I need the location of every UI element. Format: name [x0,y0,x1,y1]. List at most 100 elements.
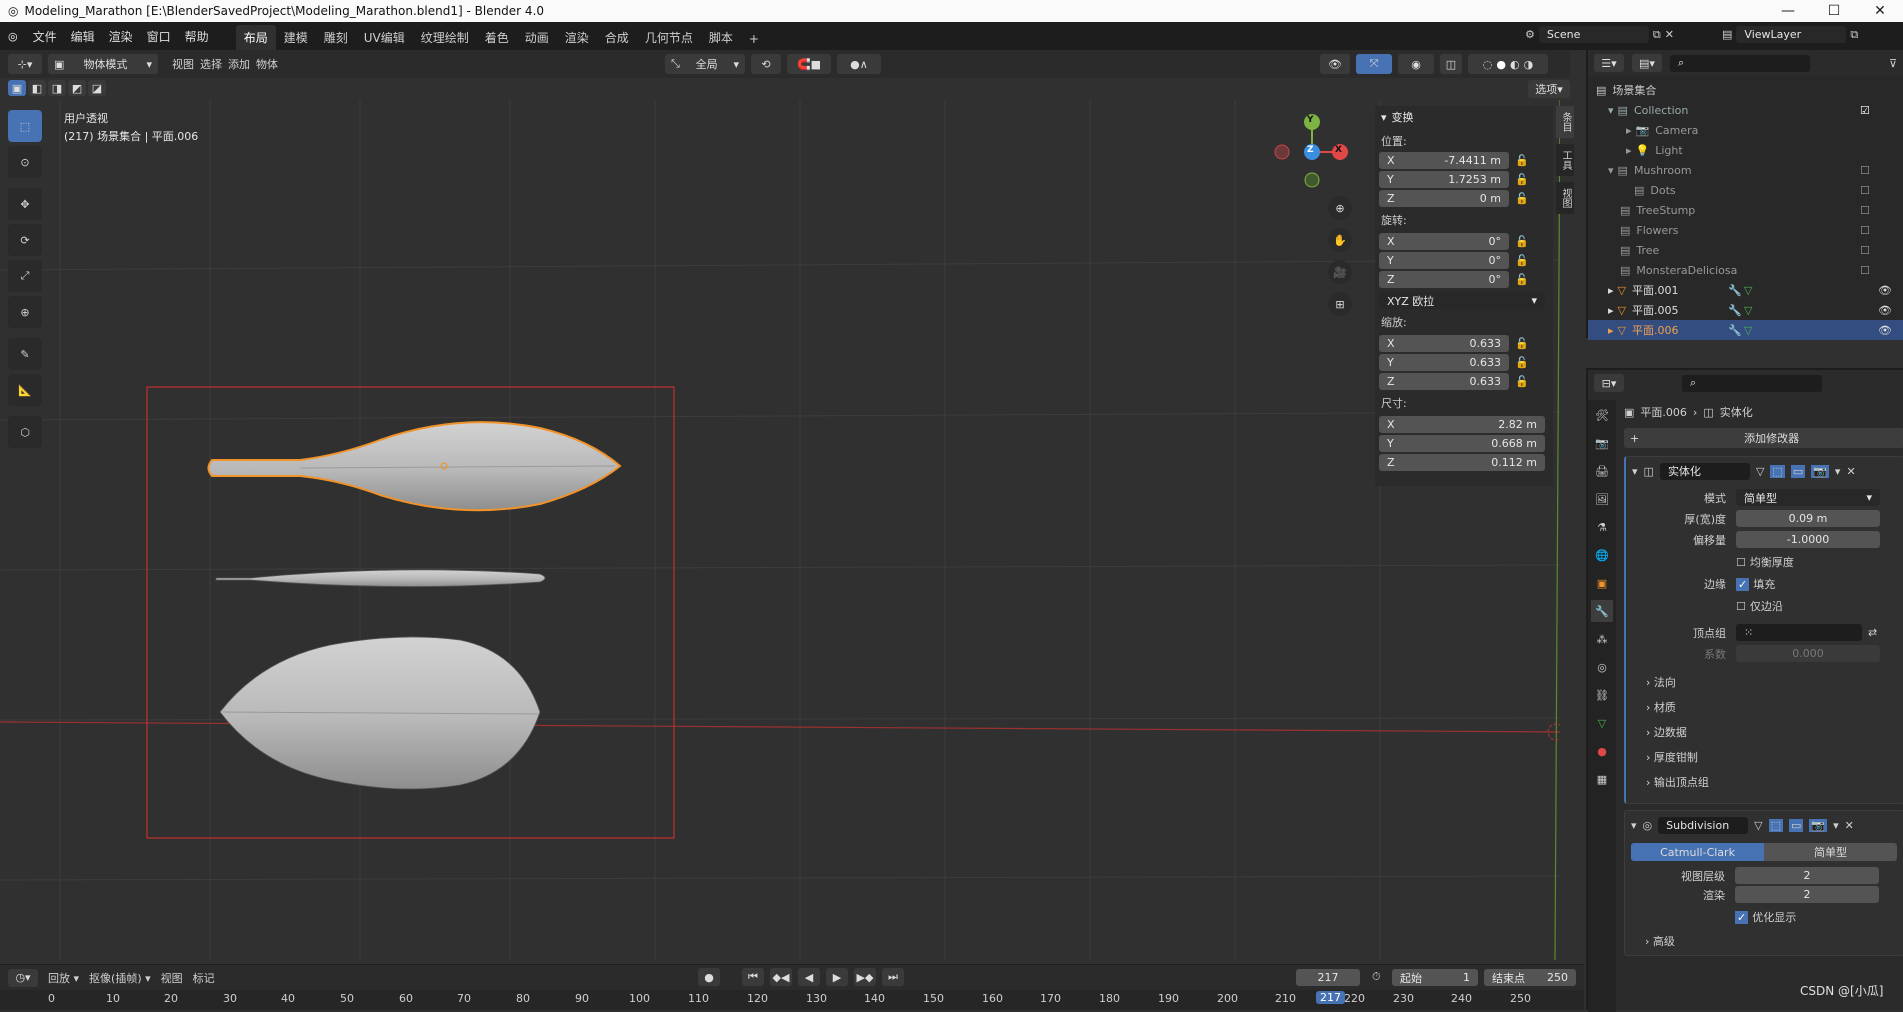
jump-start-icon[interactable]: ⏮ [742,968,764,986]
delete-scene-icon[interactable]: ✕ [1665,28,1674,41]
subpanel-materials[interactable]: › 材质 [1646,695,1903,720]
checkbox-icon[interactable]: ☐ [1860,244,1870,257]
subpanel-normals[interactable]: › 法向 [1646,670,1903,695]
transform-tool-icon[interactable]: ⊕ [8,296,42,328]
select-intersect-icon[interactable]: ◪ [88,80,106,96]
factor-field[interactable]: 0.000 [1736,645,1880,662]
rotation-x-field[interactable]: X 0° [1379,233,1509,250]
lock-icon[interactable]: 🔓 [1515,173,1529,186]
eye-icon[interactable]: 👁 [1878,324,1892,337]
material-shading-icon[interactable]: ◐ [1510,58,1520,71]
render-levels-field[interactable]: 2 [1735,886,1879,903]
outliner-item-plane006[interactable]: ▸ ▽ 平面.006 🔧 ▽ 👁 [1588,320,1903,340]
cage-toggle-icon[interactable]: ⬚ [1768,818,1784,832]
outliner-item-treestump[interactable]: ▤ TreeStump ☐ [1588,200,1903,220]
constraints-properties-icon[interactable]: ⛓ [1591,684,1613,706]
current-frame-field[interactable]: 217 [1296,969,1360,986]
view-layer-icon[interactable]: ▤ [1722,28,1732,41]
add-workspace-button[interactable]: + [741,28,767,50]
keying-menu[interactable]: 抠像(插帧) ▾ [89,970,151,986]
menu-help[interactable]: 帮助 [178,28,216,45]
location-x-field[interactable]: X -7.4411 m [1379,152,1509,169]
3d-viewport[interactable]: 用户透视 (217) 场景集合 | 平面.006 Y X Z ⊕ ✋ 🎥 ⊞ [0,100,1560,960]
close-window-button[interactable]: ✕ [1857,0,1903,22]
playback-menu[interactable]: 回放 ▾ [48,970,79,986]
rotation-z-field[interactable]: Z 0° [1379,271,1509,288]
workspace-tab-rendering[interactable]: 渲染 [557,25,597,50]
outliner-item-tree[interactable]: ▤ Tree ☐ [1588,240,1903,260]
workspace-tab-sculpt[interactable]: 雕刻 [316,25,356,50]
workspace-tab-shading[interactable]: 着色 [477,25,517,50]
outliner-search-input[interactable]: ⌕ [1670,54,1810,72]
workspace-tab-uv[interactable]: UV编辑 [356,25,413,50]
camera-view-icon[interactable]: 🎥 [1328,260,1352,284]
subpanel-output-vgroups[interactable]: › 输出顶点组 [1646,770,1903,795]
timeline-ruler[interactable]: 0 10 20 30 40 50 60 70 80 90 100 110 120… [0,990,1584,1010]
zoom-icon[interactable]: ⊕ [1328,196,1352,220]
play-reverse-icon[interactable]: ◀ [798,968,820,986]
next-keyframe-icon[interactable]: ▶◆ [854,968,876,986]
xray-toggle-button[interactable]: ◫ [1440,54,1462,74]
snap-button[interactable]: 🧲■ [787,54,831,74]
cage-toggle-icon[interactable]: ⬚ [1770,464,1785,478]
modifier-wrench-icon[interactable]: 🔧 [1728,304,1742,317]
outliner-root[interactable]: ▤ 场景集合 [1588,80,1903,100]
checkbox-icon[interactable]: ☐ [1860,264,1870,277]
subpanel-edge-data[interactable]: › 边数据 [1646,720,1903,745]
edit-mode-toggle-icon[interactable]: ▽ [1756,465,1764,478]
rotate-tool-icon[interactable]: ⟳ [8,224,42,256]
menu-edit[interactable]: 编辑 [64,28,102,45]
menu-window[interactable]: 窗口 [140,28,178,45]
move-tool-icon[interactable]: ✥ [8,188,42,220]
end-frame-field[interactable]: 结束点 250 [1484,969,1576,986]
workspace-tab-scripting[interactable]: 脚本 [701,25,741,50]
mesh-data-icon[interactable]: ▽ [1744,304,1752,317]
timeline-marker-menu[interactable]: 标记 [193,970,215,986]
editor-type-button[interactable]: ⊹▾ [8,54,42,74]
playhead-marker[interactable]: 217 [1316,991,1345,1004]
viewport-menu-select[interactable]: 选择 [200,56,222,72]
select-box-tool-icon[interactable]: ⬚ [8,110,42,142]
select-extend-icon[interactable]: ◧ [28,80,46,96]
eye-icon[interactable]: 👁 [1878,284,1892,297]
location-z-field[interactable]: Z 0 m [1379,190,1509,207]
workspace-tab-modeling[interactable]: 建模 [276,25,316,50]
mode-select[interactable]: 简单型 ▾ [1736,489,1880,506]
tool-settings-icon[interactable]: 🛠 [1591,404,1613,426]
simple-button[interactable]: 简单型 [1764,843,1897,861]
close-icon[interactable]: ✕ [1845,819,1854,832]
close-icon[interactable]: ✕ [1846,465,1855,478]
scale-tool-icon[interactable]: ⤢ [8,260,42,292]
view-layer-properties-icon[interactable]: 🖼 [1591,488,1613,510]
object-mode-select[interactable]: ▣ 物体模式 ▾ [48,54,158,74]
new-scene-icon[interactable]: ⧉ [1653,28,1661,42]
stopwatch-icon[interactable]: ⏱ [1372,970,1381,984]
shading-mode-buttons[interactable]: ◌ ● ◐ ◑ [1468,54,1548,74]
checkbox-icon[interactable]: ☐ [1860,164,1870,177]
scale-x-field[interactable]: X 0.633 [1379,335,1509,352]
lock-icon[interactable]: 🔓 [1515,337,1529,350]
lock-icon[interactable]: 🔓 [1515,254,1529,267]
render-toggle-icon[interactable]: 📷 [1811,464,1829,478]
jump-end-icon[interactable]: ⏭ [882,968,904,986]
menu-render[interactable]: 渲染 [102,28,140,45]
outliner-item-flowers[interactable]: ▤ Flowers ☐ [1588,220,1903,240]
hand-pan-icon[interactable]: ✋ [1328,228,1352,252]
dimension-x-field[interactable]: X 2.82 m [1379,416,1545,433]
mesh-data-icon[interactable]: ▽ [1744,324,1752,337]
lock-icon[interactable]: 🔓 [1515,154,1529,167]
maximize-button[interactable]: ☐ [1811,0,1857,22]
output-properties-icon[interactable]: 🖨 [1591,460,1613,482]
outliner-item-light[interactable]: ▸ 💡 Light [1588,140,1903,160]
outliner-item-collection[interactable]: ▾ ▤ Collection ☑ [1588,100,1903,120]
visibility-button[interactable]: 👁 [1320,54,1350,74]
add-cube-tool-icon[interactable]: ⬡ [8,416,42,448]
checkbox-checked-icon[interactable]: ✓ [1735,910,1749,924]
chevron-down-icon[interactable]: ▾ [1632,465,1638,478]
workspace-tab-texture-paint[interactable]: 纹理绘制 [413,25,477,50]
workspace-tab-geometry-nodes[interactable]: 几何节点 [637,25,701,50]
lock-icon[interactable]: 🔓 [1515,356,1529,369]
select-new-icon[interactable]: ▣ [8,80,26,96]
thickness-field[interactable]: 0.09 m [1736,510,1880,527]
subpanel-thickness-clamp[interactable]: › 厚度钳制 [1646,745,1903,770]
